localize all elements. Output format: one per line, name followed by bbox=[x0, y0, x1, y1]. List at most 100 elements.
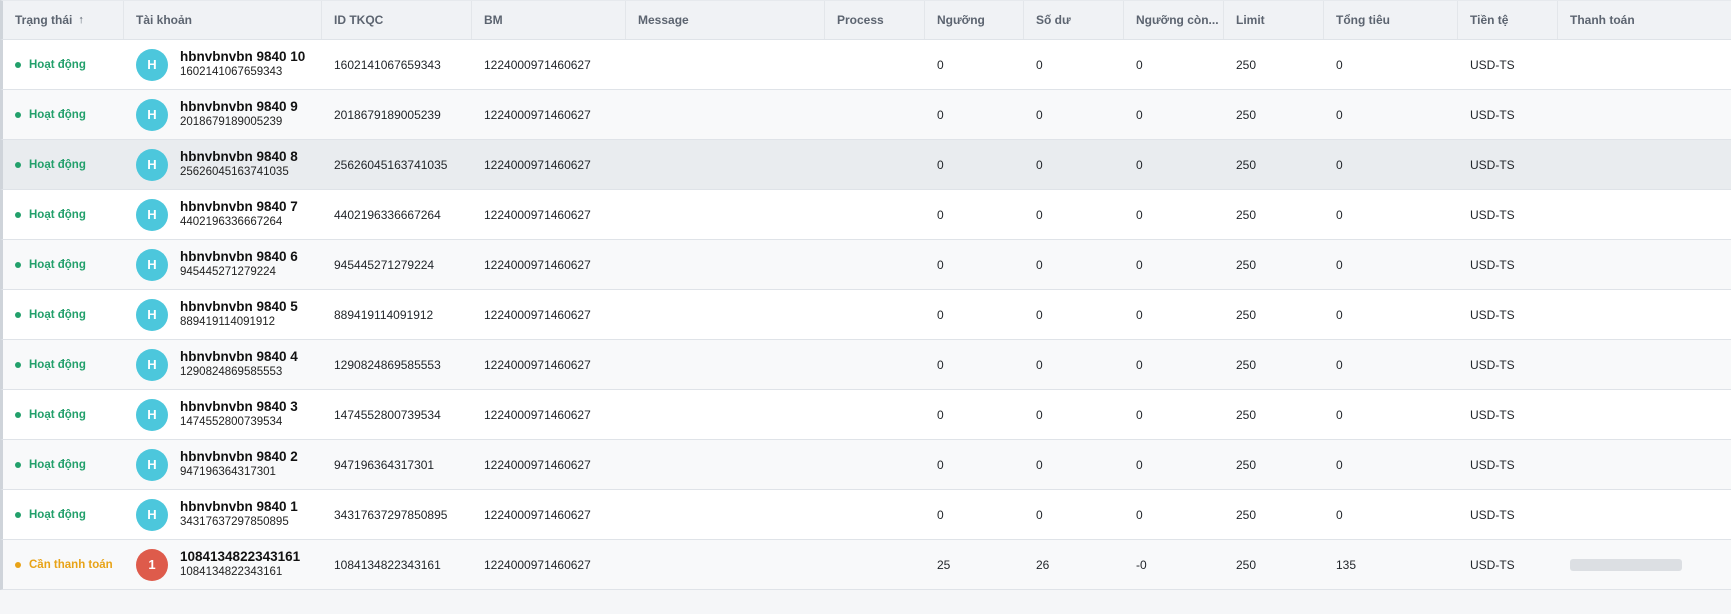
table-body: Hoạt động Hhbnvbnvbn 9840 10 1602141067659… bbox=[0, 40, 1731, 590]
account-cell[interactable]: Hhbnvbnvbn 9840 1 34317637297850895 bbox=[124, 498, 322, 531]
so-du-cell: 0 bbox=[1036, 357, 1043, 372]
account-name[interactable]: hbnvbnvbn 9840 6 bbox=[180, 249, 298, 265]
column-header-so-du[interactable]: Số dư bbox=[1024, 1, 1124, 39]
avatar: H bbox=[136, 298, 168, 331]
status-badge: Hoạt động bbox=[15, 109, 124, 121]
status-cell: Hoạt động bbox=[3, 459, 124, 471]
id-tkqc-cell: 1290824869585553 bbox=[334, 357, 441, 372]
status-label: Hoạt động bbox=[29, 108, 86, 121]
column-header-tong-tieu[interactable]: Tổng tiêu bbox=[1324, 1, 1458, 39]
limit-cell: 250 bbox=[1236, 257, 1257, 272]
account-name[interactable]: hbnvbnvbn 9840 8 bbox=[180, 149, 298, 165]
account-sub-id: 945445271279224 bbox=[180, 266, 276, 278]
status-cell: Hoạt động bbox=[3, 359, 124, 371]
account-cell[interactable]: Hhbnvbnvbn 9840 7 4402196336667264 bbox=[124, 198, 322, 231]
table-row[interactable]: Hoạt động Hhbnvbnvbn 9840 4 12908248695855… bbox=[0, 340, 1731, 390]
account-name[interactable]: hbnvbnvbn 9840 10 bbox=[180, 49, 305, 65]
account-name[interactable]: hbnvbnvbn 9840 9 bbox=[180, 99, 298, 115]
status-dot-icon bbox=[15, 311, 21, 318]
table-row[interactable]: Hoạt động Hhbnvbnvbn 9840 8 25626045163741… bbox=[0, 140, 1731, 190]
tien-te-cell: USD-TS bbox=[1470, 357, 1515, 372]
status-badge: Cần thanh toán bbox=[15, 559, 124, 571]
tien-te-cell: USD-TS bbox=[1470, 557, 1515, 572]
account-cell[interactable]: Hhbnvbnvbn 9840 10 1602141067659343 bbox=[124, 48, 322, 81]
status-badge: Hoạt động bbox=[15, 159, 124, 171]
account-name[interactable]: hbnvbnvbn 9840 4 bbox=[180, 349, 298, 365]
table-row[interactable]: Hoạt động Hhbnvbnvbn 9840 10 1602141067659… bbox=[0, 40, 1731, 90]
column-header-limit[interactable]: Limit bbox=[1224, 1, 1324, 39]
status-dot-icon bbox=[15, 561, 21, 568]
table-row[interactable]: Hoạt động Hhbnvbnvbn 9840 7 44021963366672… bbox=[0, 190, 1731, 240]
id-tkqc-cell: 2018679189005239 bbox=[334, 107, 441, 122]
account-name[interactable]: hbnvbnvbn 9840 2 bbox=[180, 449, 298, 465]
table-row[interactable]: Cần thanh toán 1 1084134822343161 108413482… bbox=[0, 540, 1731, 590]
tong-tieu-cell: 0 bbox=[1336, 157, 1343, 172]
id-tkqc-cell: 1474552800739534 bbox=[334, 407, 441, 422]
avatar: 1 bbox=[136, 548, 168, 581]
status-badge: Hoạt động bbox=[15, 409, 124, 421]
nguong-con-cell: 0 bbox=[1136, 107, 1143, 122]
account-cell[interactable]: Hhbnvbnvbn 9840 2 947196364317301 bbox=[124, 448, 322, 481]
account-cell[interactable]: Hhbnvbnvbn 9840 6 945445271279224 bbox=[124, 248, 322, 281]
table-row[interactable]: Hoạt động Hhbnvbnvbn 9840 2 94719636431730… bbox=[0, 440, 1731, 490]
account-cell[interactable]: Hhbnvbnvbn 9840 8 25626045163741035 bbox=[124, 148, 322, 181]
account-sub-id: 34317637297850895 bbox=[180, 516, 289, 528]
bm-cell: 1224000971460627 bbox=[484, 357, 591, 372]
status-cell: Hoạt động bbox=[3, 109, 124, 121]
tien-te-cell: USD-TS bbox=[1470, 307, 1515, 322]
status-label: Hoạt động bbox=[29, 458, 86, 471]
table-row[interactable]: Hoạt động Hhbnvbnvbn 9840 3 14745528007395… bbox=[0, 390, 1731, 440]
tong-tieu-cell: 0 bbox=[1336, 357, 1343, 372]
column-header-account[interactable]: Tài khoản bbox=[124, 1, 322, 39]
nguong-cell: 0 bbox=[937, 307, 944, 322]
table-row[interactable]: Hoạt động Hhbnvbnvbn 9840 5 88941911409191… bbox=[0, 290, 1731, 340]
account-cell[interactable]: Hhbnvbnvbn 9840 3 1474552800739534 bbox=[124, 398, 322, 431]
account-cell[interactable]: Hhbnvbnvbn 9840 4 1290824869585553 bbox=[124, 348, 322, 381]
account-sub-id: 1084134822343161 bbox=[180, 566, 283, 578]
status-cell: Hoạt động bbox=[3, 309, 124, 321]
tong-tieu-cell: 0 bbox=[1336, 407, 1343, 422]
column-header-nguong[interactable]: Ngưỡng bbox=[925, 1, 1024, 39]
avatar: H bbox=[136, 48, 168, 81]
account-name[interactable]: hbnvbnvbn 9840 1 bbox=[180, 499, 298, 515]
column-header-bm[interactable]: BM bbox=[472, 1, 626, 39]
nguong-con-cell: 0 bbox=[1136, 357, 1143, 372]
table-row[interactable]: Hoạt động Hhbnvbnvbn 9840 1 34317637297850… bbox=[0, 490, 1731, 540]
id-tkqc-cell: 1602141067659343 bbox=[334, 57, 441, 72]
nguong-cell: 0 bbox=[937, 507, 944, 522]
account-cell[interactable]: Hhbnvbnvbn 9840 9 2018679189005239 bbox=[124, 98, 322, 131]
column-header-tien-te[interactable]: Tiền tệ bbox=[1458, 1, 1558, 39]
so-du-cell: 0 bbox=[1036, 57, 1043, 72]
status-badge: Hoạt động bbox=[15, 359, 124, 371]
status-label: Hoạt động bbox=[29, 408, 86, 421]
column-header-status[interactable]: Trạng thái ↑ bbox=[3, 1, 124, 39]
nguong-cell: 0 bbox=[937, 57, 944, 72]
nguong-cell: 0 bbox=[937, 207, 944, 222]
sort-ascending-icon[interactable]: ↑ bbox=[78, 14, 84, 26]
column-header-id-tkqc[interactable]: ID TKQC bbox=[322, 1, 472, 39]
column-header-process[interactable]: Process bbox=[825, 1, 925, 39]
limit-cell: 250 bbox=[1236, 107, 1257, 122]
table-row[interactable]: Hoạt động Hhbnvbnvbn 9840 6 94544527127922… bbox=[0, 240, 1731, 290]
table-row[interactable]: Hoạt động Hhbnvbnvbn 9840 9 20186791890052… bbox=[0, 90, 1731, 140]
limit-cell: 250 bbox=[1236, 57, 1257, 72]
tien-te-cell: USD-TS bbox=[1470, 507, 1515, 522]
account-name[interactable]: hbnvbnvbn 9840 3 bbox=[180, 399, 298, 415]
nguong-cell: 25 bbox=[937, 557, 951, 572]
nguong-cell: 0 bbox=[937, 257, 944, 272]
tong-tieu-cell: 0 bbox=[1336, 507, 1343, 522]
bm-cell: 1224000971460627 bbox=[484, 557, 591, 572]
limit-cell: 250 bbox=[1236, 407, 1257, 422]
account-name[interactable]: hbnvbnvbn 9840 5 bbox=[180, 299, 298, 315]
account-sub-id: 889419114091912 bbox=[180, 316, 276, 328]
id-tkqc-cell: 34317637297850895 bbox=[334, 507, 448, 522]
column-header-thanh-toan[interactable]: Thanh toán bbox=[1558, 1, 1728, 39]
status-cell: Hoạt động bbox=[3, 259, 124, 271]
nguong-con-cell: -0 bbox=[1136, 557, 1147, 572]
account-name[interactable]: 1084134822343161 bbox=[180, 549, 300, 565]
column-header-message[interactable]: Message bbox=[626, 1, 825, 39]
account-cell[interactable]: 1 1084134822343161 1084134822343161 bbox=[124, 548, 322, 581]
column-header-nguong-con[interactable]: Ngưỡng còn... bbox=[1124, 1, 1224, 39]
account-name[interactable]: hbnvbnvbn 9840 7 bbox=[180, 199, 298, 215]
account-cell[interactable]: Hhbnvbnvbn 9840 5 889419114091912 bbox=[124, 298, 322, 331]
